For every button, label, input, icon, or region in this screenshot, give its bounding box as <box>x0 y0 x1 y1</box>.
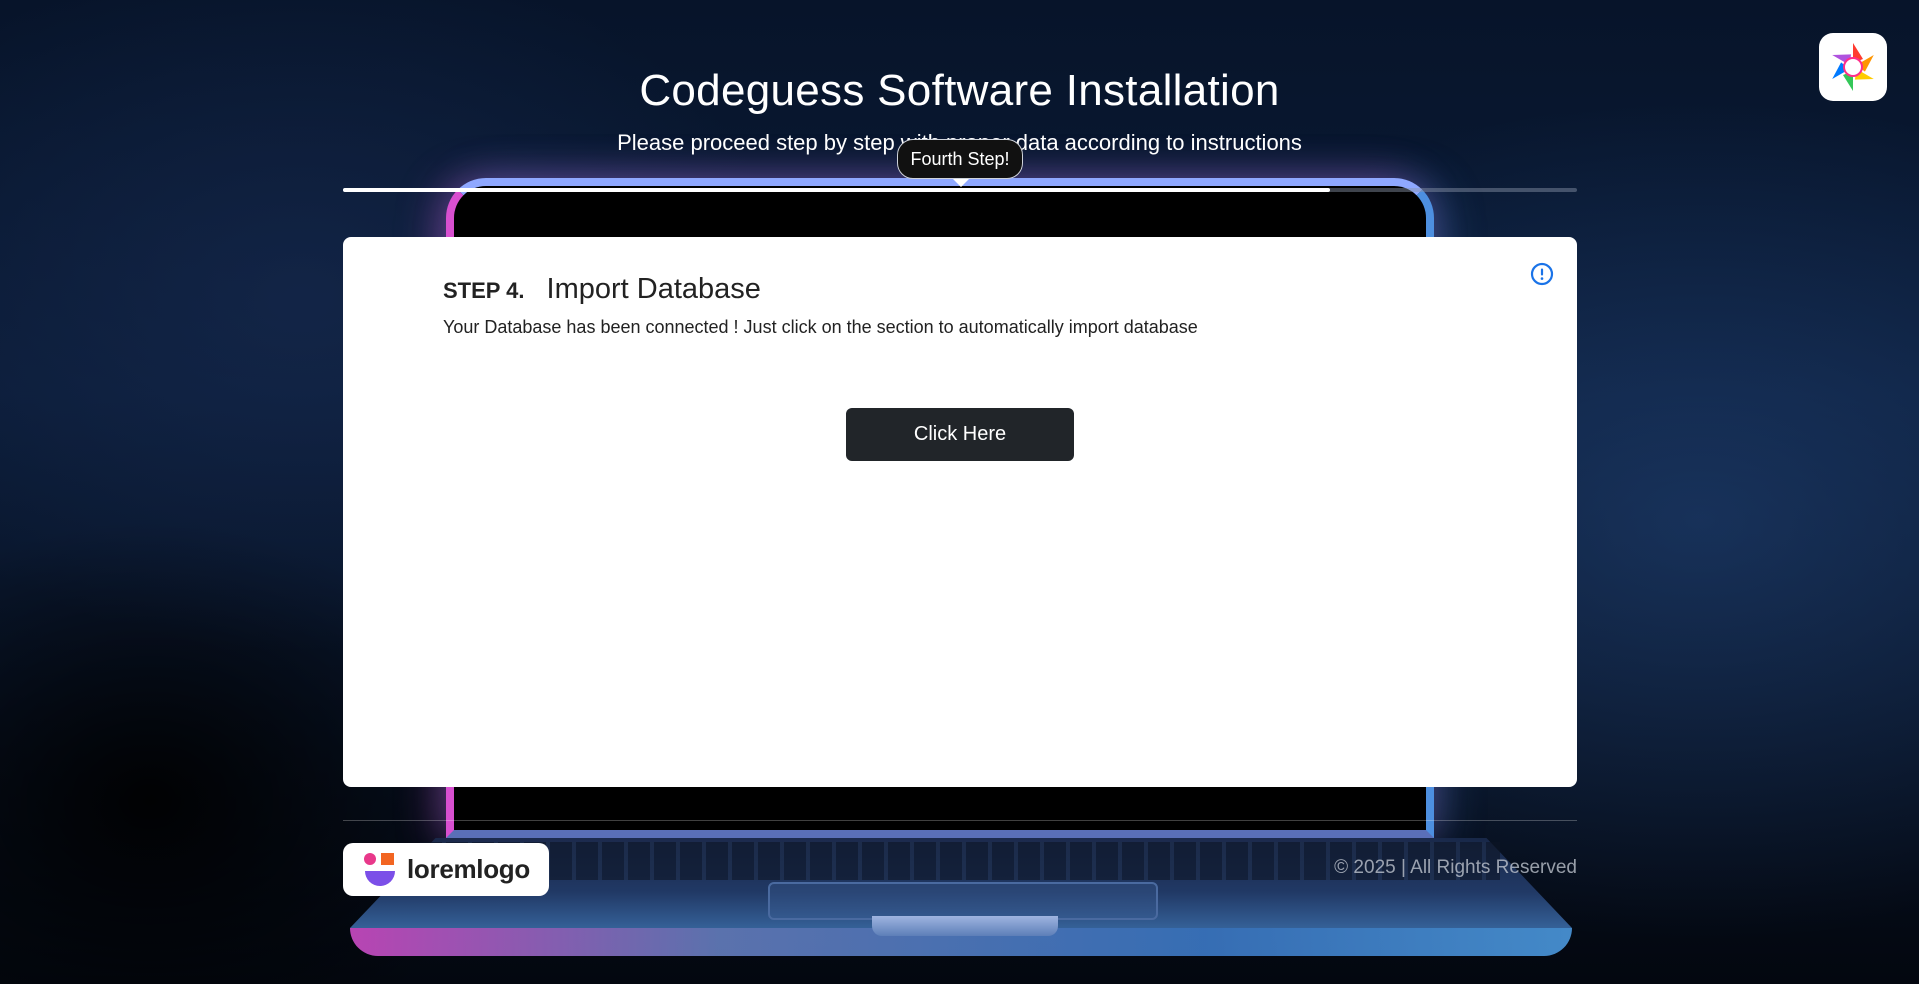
footer-logo-text: loremlogo <box>407 854 530 884</box>
import-database-button[interactable]: Click Here <box>846 408 1074 461</box>
background-laptop-notch <box>872 916 1058 936</box>
footer-logo[interactable]: loremlogo <box>343 843 549 896</box>
footer-divider <box>343 820 1577 821</box>
step-number: STEP 4. <box>443 278 525 303</box>
background-laptop-trackpad <box>768 882 1158 920</box>
step-description: Your Database has been connected ! Just … <box>443 317 1198 337</box>
progress-fill <box>343 188 1331 192</box>
copyright-text: © 2025 | All Rights Reserved <box>1334 857 1577 878</box>
step-card: STEP 4. Import Database Your Database ha… <box>343 237 1577 787</box>
loremlogo-icon <box>364 852 395 886</box>
brand-logo-icon <box>1832 43 1874 91</box>
step-tooltip: Fourth Step! <box>897 139 1023 187</box>
page-title: Codeguess Software Installation <box>639 66 1280 115</box>
progress-track <box>343 188 1577 192</box>
step-heading: STEP 4. Import Database <box>443 273 761 306</box>
brand-logo-badge[interactable] <box>1819 33 1887 101</box>
step-title: Import Database <box>546 273 761 305</box>
info-icon[interactable] <box>1530 262 1554 286</box>
